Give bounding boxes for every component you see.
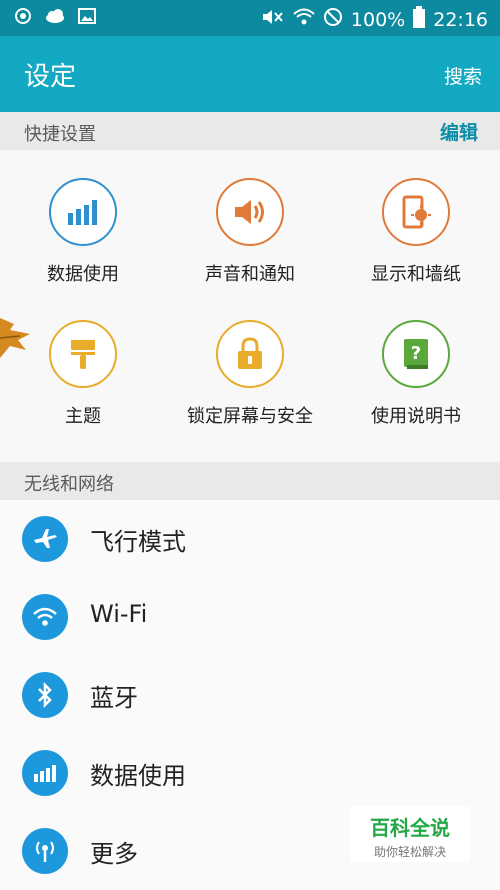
clock: 22:16 xyxy=(433,8,488,31)
image-notification-icon xyxy=(78,8,96,28)
watermark-title: 百科全说 xyxy=(370,816,450,840)
sound-icon xyxy=(216,178,284,246)
watermark-subtitle: 助你轻松解决 xyxy=(373,845,446,859)
wireless-title: 无线和网络 xyxy=(24,474,114,495)
list-item-label: 蓝牙 xyxy=(90,684,138,712)
notification-app-icon xyxy=(14,7,32,29)
list-item-wifi[interactable]: Wi-Fi xyxy=(0,578,500,656)
battery-percent: 100% xyxy=(350,8,406,31)
quick-setting-lockscreen[interactable]: 锁定屏幕与安全 xyxy=(170,320,330,428)
more-connections-icon xyxy=(22,828,68,874)
edit-button[interactable]: 编辑 xyxy=(440,118,478,145)
data-usage-icon xyxy=(22,750,68,796)
lock-icon xyxy=(216,320,284,388)
list-item-label: 数据使用 xyxy=(90,762,186,790)
list-item-bluetooth[interactable]: 蓝牙 xyxy=(0,656,500,734)
bluetooth-icon xyxy=(22,672,68,718)
quick-settings-header: 快捷设置 编辑 xyxy=(0,112,500,150)
quick-setting-label: 数据使用 xyxy=(47,264,119,285)
page-title: 设定 xyxy=(24,62,77,92)
wifi-status-icon xyxy=(293,7,315,32)
quick-setting-display[interactable]: 显示和墙纸 xyxy=(336,178,496,286)
manual-icon: ? xyxy=(382,320,450,388)
wifi-icon xyxy=(22,594,68,640)
quick-setting-label: 使用说明书 xyxy=(371,406,461,427)
weather-icon xyxy=(44,8,66,28)
app-bar: 设定 搜索 xyxy=(0,36,500,112)
data-usage-icon xyxy=(49,178,117,246)
quick-setting-label: 主题 xyxy=(65,406,101,427)
leaf-decoration xyxy=(0,314,34,360)
quick-setting-label: 声音和通知 xyxy=(205,264,295,285)
list-item-data-usage[interactable]: 数据使用 xyxy=(0,734,500,812)
mute-icon xyxy=(261,7,285,32)
quick-setting-label: 显示和墙纸 xyxy=(371,264,461,285)
no-sim-icon xyxy=(323,7,343,32)
wireless-header: 无线和网络 xyxy=(0,462,500,500)
quick-setting-data-usage[interactable]: 数据使用 xyxy=(3,178,163,286)
search-button[interactable]: 搜索 xyxy=(444,62,482,89)
status-bar: 100% 22:16 xyxy=(0,0,500,36)
quick-setting-sound[interactable]: 声音和通知 xyxy=(170,178,330,286)
airplane-icon xyxy=(22,516,68,562)
svg-text:?: ? xyxy=(411,343,421,364)
display-icon xyxy=(382,178,450,246)
theme-brush-icon xyxy=(49,320,117,388)
quick-setting-manual[interactable]: ? 使用说明书 xyxy=(336,320,496,428)
battery-icon xyxy=(413,6,426,33)
quick-settings-grid: 数据使用 声音和通知 显示和墙纸 主题 锁定屏幕与安全 ? 使用说明书 xyxy=(0,152,500,462)
list-item-label: Wi-Fi xyxy=(90,600,148,628)
list-item-label: 飞行模式 xyxy=(90,528,186,556)
quick-settings-title: 快捷设置 xyxy=(24,124,96,145)
quick-setting-label: 锁定屏幕与安全 xyxy=(187,406,313,427)
watermark: 百科全说 助你轻松解决 xyxy=(350,806,470,862)
list-item-airplane-mode[interactable]: 飞行模式 xyxy=(0,500,500,578)
list-item-label: 更多 xyxy=(90,840,138,868)
